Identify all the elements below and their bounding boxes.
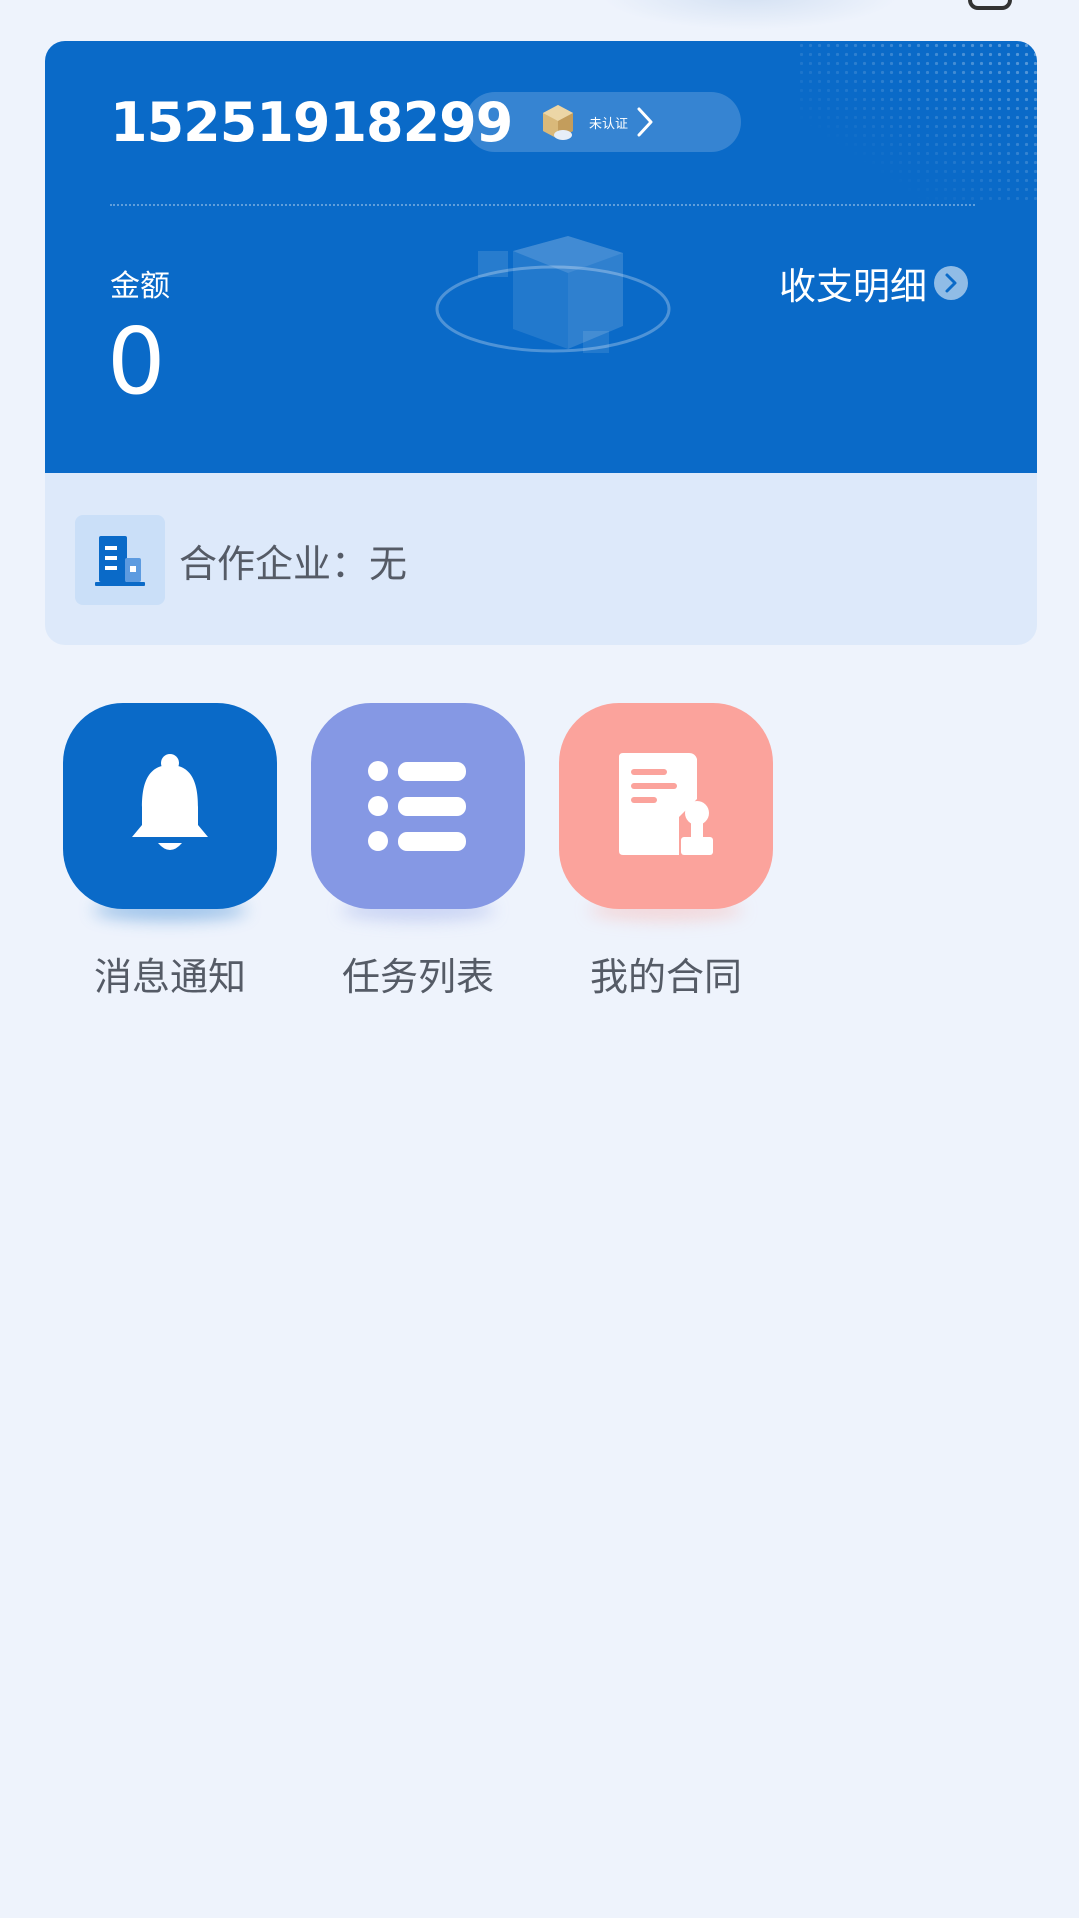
menu-item-contracts[interactable]: 我的合同	[559, 703, 773, 1003]
menu-label-notifications: 消息通知	[93, 955, 246, 999]
phone-number: 15251918299	[110, 91, 513, 154]
verify-status-label: 未认证	[589, 117, 629, 132]
notifications-tile[interactable]	[63, 703, 277, 909]
detail-link-label: 收支明细	[779, 265, 927, 308]
amount-value: 0	[107, 308, 166, 415]
tasks-tile[interactable]	[311, 703, 525, 909]
partner-company-row: 合作企业：无	[75, 515, 407, 605]
quick-menu: 消息通知 任务列表 我的合同	[0, 703, 1079, 1003]
contract-icon	[619, 753, 713, 855]
contracts-tile[interactable]	[559, 703, 773, 909]
corner-icon[interactable]	[968, 0, 1012, 10]
menu-label-contracts: 我的合同	[589, 955, 742, 999]
building-icon	[75, 515, 165, 605]
amount-label: 金额	[110, 269, 170, 304]
income-expense-detail-link[interactable]: 收支明细	[779, 259, 969, 308]
dot-pattern-decoration	[797, 41, 1037, 201]
menu-item-notifications[interactable]: 消息通知	[63, 703, 277, 1003]
header-decoration	[600, 0, 900, 30]
partner-company-text: 合作企业：无	[179, 541, 408, 586]
bell-icon	[132, 754, 208, 850]
menu-item-tasks[interactable]: 任务列表	[311, 703, 525, 1003]
chevron-circle-right-icon	[934, 266, 968, 300]
dotted-divider	[110, 204, 975, 206]
balance-panel: 15251918299 未认证 金额 0 收支明细	[45, 41, 1037, 473]
chevron-right-icon	[637, 107, 653, 137]
verify-status-button[interactable]: 未认证	[465, 92, 741, 152]
cube-decoration	[435, 236, 671, 353]
list-icon	[368, 761, 466, 851]
account-card: 15251918299 未认证 金额 0 收支明细 合作企业：无	[45, 41, 1037, 645]
verify-badge-icon	[543, 105, 573, 140]
menu-label-tasks: 任务列表	[341, 955, 494, 999]
